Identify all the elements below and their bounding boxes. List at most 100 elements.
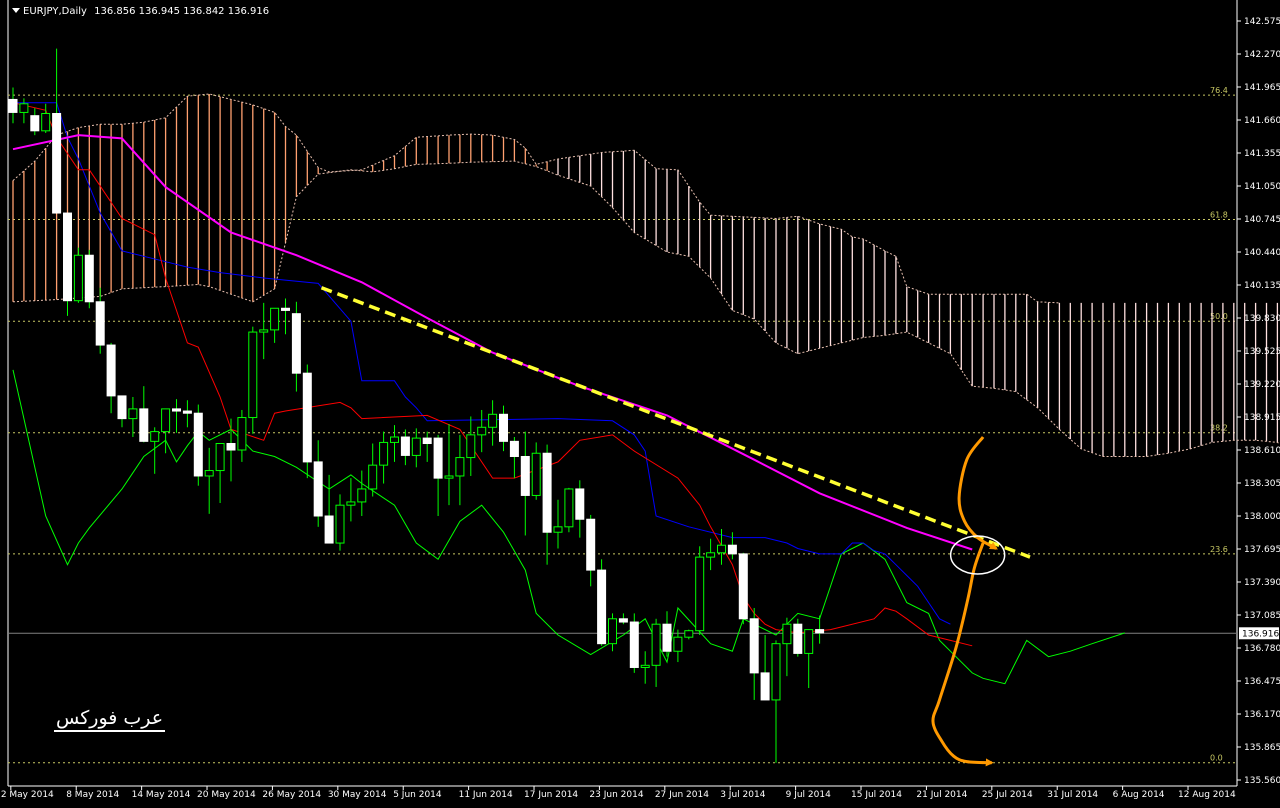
price-tick-label: 140.135 xyxy=(1244,281,1280,291)
candle-body xyxy=(128,408,138,420)
candle-body xyxy=(291,313,301,374)
price-tick-label: 138.610 xyxy=(1244,446,1280,456)
candle-body xyxy=(542,452,552,533)
candle-body xyxy=(575,488,585,520)
candle-body xyxy=(717,544,726,554)
candle-body xyxy=(444,475,454,479)
candle-body xyxy=(390,436,399,443)
price-chart[interactable]: 76.461.850.038.223.60.0 142.575142.27014… xyxy=(0,0,1280,804)
price-tick-label: 136.780 xyxy=(1244,644,1280,654)
chart-window: 76.4 61.8 50.0 38.2 23.6 0.0 142.575 142.270 14… xyxy=(0,0,1280,804)
price-tick-label: 137.085 xyxy=(1244,611,1280,621)
candle-body xyxy=(139,408,149,442)
candle-body xyxy=(749,618,759,674)
candle-body xyxy=(172,408,181,412)
date-tick-label: 25 Jul 2014 xyxy=(982,790,1033,800)
candle-body xyxy=(586,518,596,571)
candle-body xyxy=(84,254,94,303)
date-tick-label: 8 May 2014 xyxy=(66,790,119,800)
candle-body xyxy=(695,556,705,632)
price-tick-label: 140.745 xyxy=(1244,215,1280,225)
candle-body xyxy=(346,501,356,506)
price-tick-label: 140.440 xyxy=(1244,248,1280,258)
price-tick-label: 136.170 xyxy=(1244,710,1280,720)
watermark-text: عرب فوركس xyxy=(54,706,166,732)
moving-average-line xyxy=(12,134,973,551)
cloud-span-a xyxy=(12,93,1060,304)
kijun-line xyxy=(13,102,951,625)
candle-body xyxy=(161,408,171,433)
tenkan-line xyxy=(12,102,973,647)
date-tick-label: 21 Jul 2014 xyxy=(916,790,967,800)
candle-body xyxy=(400,436,410,456)
candle-body xyxy=(499,413,508,442)
candle-body xyxy=(804,629,814,654)
price-tick-label: 139.830 xyxy=(1244,314,1280,324)
candle-body xyxy=(477,426,487,436)
candle-body xyxy=(793,623,803,654)
candle-body xyxy=(204,470,214,477)
candle-body xyxy=(673,636,683,652)
candle-body xyxy=(193,412,203,477)
price-tick-label: 141.355 xyxy=(1244,149,1280,159)
candle-body xyxy=(150,431,160,442)
candle-body xyxy=(706,552,716,558)
price-axis[interactable]: 142.575 142.270 141.965 141.660 141.355 141.0… xyxy=(1237,17,1280,786)
candle-body xyxy=(815,629,825,634)
candle-body xyxy=(368,464,378,490)
candle-body xyxy=(466,434,476,459)
dropdown-triangle-icon[interactable] xyxy=(12,8,20,13)
candle-body xyxy=(248,331,258,419)
date-tick-label: 30 May 2014 xyxy=(328,790,387,800)
candle-body xyxy=(488,413,498,428)
date-tick-label: 20 May 2014 xyxy=(197,790,256,800)
candle-body xyxy=(531,452,541,496)
candle-body xyxy=(313,461,323,517)
symbol-label: EURJPY,Daily xyxy=(23,6,87,17)
drawing-annotations xyxy=(320,286,1031,767)
downtrend-line xyxy=(320,286,1031,559)
price-tick-label: 135.865 xyxy=(1244,743,1280,753)
candle-body xyxy=(106,344,116,397)
price-tick-label: 142.575 xyxy=(1244,17,1280,27)
candle-body xyxy=(117,395,127,420)
candle-body xyxy=(335,504,345,544)
date-tick-label: 17 Jun 2014 xyxy=(524,790,578,800)
date-tick-label: 27 Jun 2014 xyxy=(655,790,709,800)
candle-body xyxy=(41,113,51,132)
candle-body xyxy=(782,623,792,645)
price-tick-label: 138.915 xyxy=(1244,413,1280,423)
candle-body xyxy=(738,553,748,620)
price-tick-label: 139.525 xyxy=(1244,347,1280,357)
fib-level-label: 0.0 xyxy=(1210,754,1223,763)
candle-body xyxy=(324,515,334,544)
fib-level-label: 61.8 xyxy=(1210,211,1228,220)
candle-body xyxy=(553,526,563,533)
candle-body xyxy=(182,410,192,414)
date-axis[interactable]: 2 May 2014 8 May 2014 14 May 2014 20 May 20… xyxy=(1,786,1236,800)
date-tick-label: 23 Jun 2014 xyxy=(589,790,643,800)
chart-title[interactable]: EURJPY,Daily 136.856 136.945 136.842 136… xyxy=(12,6,269,17)
candle-body xyxy=(651,623,661,666)
date-tick-label: 14 May 2014 xyxy=(132,790,191,800)
candle-body xyxy=(95,301,105,346)
fib-level-label: 38.2 xyxy=(1210,424,1228,433)
candle-body xyxy=(509,440,519,457)
candle-body xyxy=(771,643,781,701)
candle-body xyxy=(379,441,389,466)
candle-body xyxy=(302,372,312,463)
candle-body xyxy=(411,437,421,456)
candle-body xyxy=(226,443,236,451)
date-tick-label: 2 May 2014 xyxy=(1,790,54,800)
indicator-lines xyxy=(12,102,1125,685)
price-tick-label: 137.390 xyxy=(1244,578,1280,588)
candle-body xyxy=(520,455,530,496)
price-tick-label: 135.560 xyxy=(1244,776,1280,786)
candle-body xyxy=(270,307,280,331)
price-tick-label: 141.660 xyxy=(1244,116,1280,126)
fib-level-label: 76.4 xyxy=(1210,86,1228,95)
candle-body xyxy=(760,672,770,701)
candle-body xyxy=(455,457,465,477)
candle-body xyxy=(73,254,83,302)
candle-body xyxy=(618,618,628,623)
